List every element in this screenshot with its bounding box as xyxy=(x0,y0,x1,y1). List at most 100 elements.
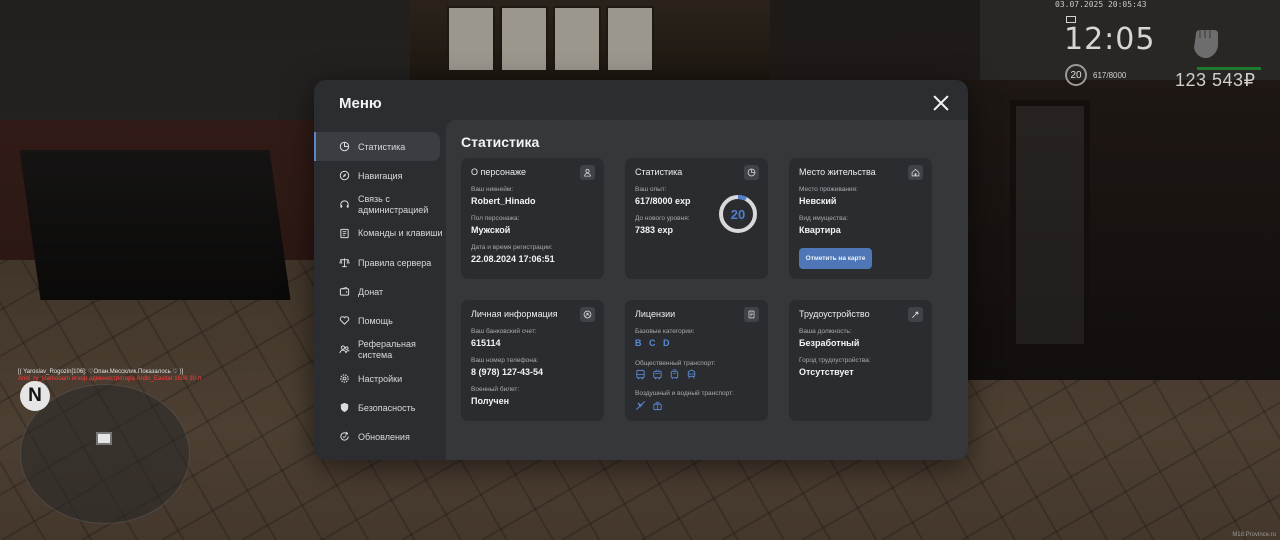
sidebar-item-help[interactable]: Помощь xyxy=(314,306,446,335)
mark-on-map-button[interactable]: Отметить на карте xyxy=(799,248,872,269)
card-title: Место жительства xyxy=(799,167,876,177)
exp-label: Ваш опыт: xyxy=(635,186,667,193)
hud-money: 123 543₽ xyxy=(1175,70,1256,90)
chat-line: [( Yaroslav_Rogozin[106]: ♡Опан.Мессклик… xyxy=(18,369,184,375)
people-icon xyxy=(339,344,350,355)
registration-value: 22.08.2024 17:06:51 xyxy=(471,254,555,264)
hud-level-badge: 20 xyxy=(1065,64,1087,86)
sidebar-item-referral[interactable]: Реферальная система xyxy=(314,335,446,364)
bank-account-label: Ваш банковский счет: xyxy=(471,328,537,335)
sidebar-item-label: Навигация xyxy=(358,170,403,181)
card-title: Трудоустройство xyxy=(799,309,870,319)
chart-pie-icon xyxy=(339,141,350,152)
refresh-icon xyxy=(339,431,350,442)
tram-icon xyxy=(670,369,679,380)
wallet-icon xyxy=(339,286,350,297)
watermark: M18.Province.ru xyxy=(1232,532,1276,538)
next-level-label: До нового уровня: xyxy=(635,215,690,222)
sidebar-item-label: Помощь xyxy=(358,315,393,326)
bus-icon xyxy=(636,369,645,380)
position-value: Безработный xyxy=(799,338,860,348)
property-value: Квартира xyxy=(799,225,841,235)
sidebar-item-security[interactable]: Безопасность xyxy=(314,393,446,422)
level-value: 20 xyxy=(730,206,746,222)
sidebar-nav: Статистика Навигация Связь с администрац… xyxy=(314,132,446,451)
card-employment: Трудоустройство Ваша должность: Безработ… xyxy=(789,300,932,421)
bank-account-value: 615114 xyxy=(471,338,501,348)
phone-label: Ваш номер телефона: xyxy=(471,357,539,364)
residence-label: Место проживания: xyxy=(799,186,858,193)
train-icon xyxy=(687,369,696,379)
hud-datetime: 03.07.2025 20:05:43 xyxy=(1055,0,1147,9)
sidebar-item-statistics[interactable]: Статистика xyxy=(314,132,440,161)
property-label: Вид имущества: xyxy=(799,215,848,222)
air-water-transport-icons xyxy=(635,400,663,411)
sidebar-item-updates[interactable]: Обновления xyxy=(314,422,446,451)
card-title: Лицензии xyxy=(635,309,676,319)
sidebar-item-label: Статистика xyxy=(358,141,406,152)
headset-icon xyxy=(339,199,350,210)
scales-icon xyxy=(339,257,350,268)
card-statistics: Статистика Ваш опыт: 617/8000 exp До нов… xyxy=(625,158,768,279)
phone-value: 8 (978) 127-43-54 xyxy=(471,367,544,377)
hud-exp: 617/8000 xyxy=(1093,71,1127,80)
card-residence: Место жительства Место проживания: Невск… xyxy=(789,158,932,279)
sidebar-item-commands[interactable]: Команды и клавиши xyxy=(314,219,446,248)
card-title: О персонаже xyxy=(471,167,526,177)
airplane-icon xyxy=(636,401,645,410)
trolleybus-icon xyxy=(653,369,662,380)
license-categories: B C D xyxy=(635,338,675,348)
card-personal-info: Личная информация Ваш банковский счет: 6… xyxy=(461,300,604,421)
nickname-value: Robert_Hinado xyxy=(471,196,536,206)
sidebar-item-label: Связь с администрацией xyxy=(358,193,429,215)
menu-window: Меню Статистика Навигация Связь с админи… xyxy=(314,80,968,460)
public-transport-icons xyxy=(635,369,697,380)
close-icon[interactable] xyxy=(932,94,950,112)
boat-icon xyxy=(653,401,662,411)
employment-city-value: Отсутствует xyxy=(799,367,854,377)
exp-value: 617/8000 exp xyxy=(635,196,691,206)
heart-hand-icon xyxy=(339,315,350,326)
card-character: О персонаже Ваш никнейм: Robert_Hinado П… xyxy=(461,158,604,279)
sidebar-item-admin-contact[interactable]: Связь с администрацией xyxy=(314,190,446,219)
compass-icon xyxy=(339,170,350,181)
sidebar-item-donate[interactable]: Донат xyxy=(314,277,446,306)
statistics-panel: Статистика О персонаже Ваш никнейм: Robe… xyxy=(446,120,968,460)
sidebar-item-settings[interactable]: Настройки xyxy=(314,364,446,393)
card-licenses: Лицензии Базовые категории: B C D Общест… xyxy=(625,300,768,421)
chart-pie-icon xyxy=(744,165,759,180)
gender-label: Пол персонажа: xyxy=(471,215,520,222)
sidebar-item-label: Команды и клавиши xyxy=(358,228,443,238)
id-badge-icon xyxy=(580,307,595,322)
public-transport-label: Общественный транспорт: xyxy=(635,360,716,367)
sidebar-item-rules[interactable]: Правила сервера xyxy=(314,248,446,277)
page-title: Статистика xyxy=(461,134,540,150)
document-icon xyxy=(744,307,759,322)
sidebar-item-label: Реферальная система xyxy=(358,338,416,360)
menu-title: Меню xyxy=(339,95,382,112)
chat-log: [( Yaroslav_Rogozin[106]: ♡Опан.Мессклик… xyxy=(18,369,201,383)
next-level-value: 7383 exp xyxy=(635,225,674,235)
employment-city-label: Город трудоустройства: xyxy=(799,357,871,364)
gear-icon xyxy=(339,373,350,384)
license-category: B xyxy=(635,338,642,348)
card-title: Личная информация xyxy=(471,309,558,319)
license-category: C xyxy=(649,338,656,348)
base-categories-label: Базовые категории: xyxy=(635,328,695,335)
nickname-label: Ваш никнейм: xyxy=(471,186,514,193)
card-title: Статистика xyxy=(635,167,683,177)
sidebar-item-label: Настройки xyxy=(358,373,403,384)
user-icon xyxy=(580,165,595,180)
sidebar-item-navigation[interactable]: Навигация xyxy=(314,161,446,190)
sidebar-item-label: Обновления xyxy=(358,431,410,442)
keyboard-icon xyxy=(339,228,350,239)
hud-clock: 12:05 xyxy=(1064,22,1156,57)
chat-line: Aridi_ry_Markooam игнор администратора A… xyxy=(18,376,202,382)
gender-value: Мужской xyxy=(471,225,511,235)
home-icon xyxy=(908,165,923,180)
compass-north-icon: N xyxy=(20,381,50,411)
sidebar-item-label: Донат xyxy=(358,286,384,297)
air-water-transport-label: Воздушный и водный транспорт: xyxy=(635,390,734,397)
hammer-icon xyxy=(908,307,923,322)
player-marker-icon xyxy=(96,432,112,445)
